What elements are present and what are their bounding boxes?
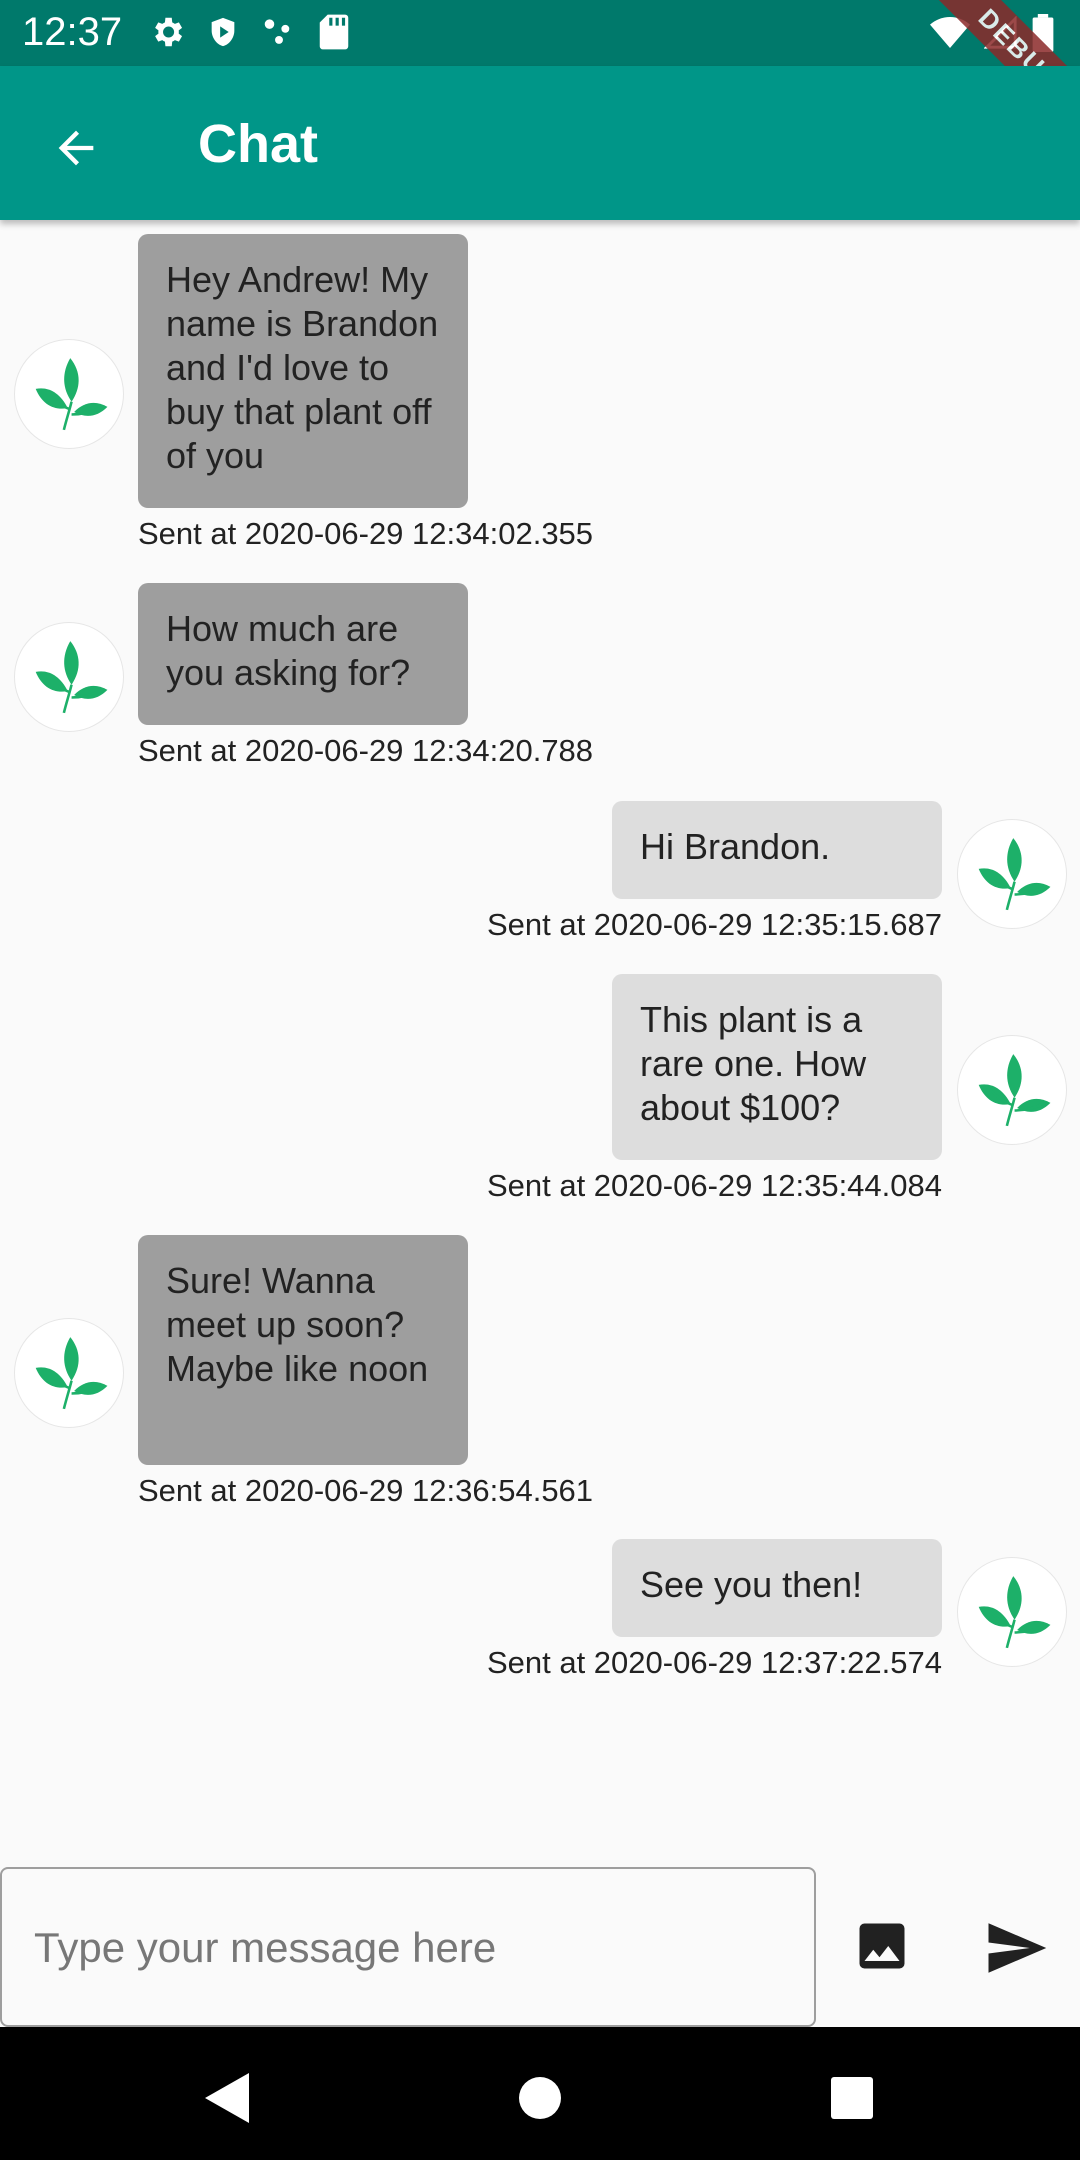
status-time: 12:37 [22, 10, 123, 54]
leaf-icon [35, 358, 108, 431]
nav-recents-button[interactable] [817, 2063, 887, 2133]
settings-icon [155, 17, 183, 47]
leaf-icon [978, 838, 1051, 911]
message-timestamp: Sent at 2020-06-29 12:35:15.687 [486, 907, 942, 942]
message-timestamp: Sent at 2020-06-29 12:36:54.561 [138, 1473, 594, 1508]
system-nav-bar [0, 2027, 1080, 2160]
send-button[interactable] [976, 1908, 1056, 1988]
message-timestamp: Sent at 2020-06-29 12:34:20.788 [138, 733, 594, 768]
avatar [14, 1318, 124, 1428]
status-bar: 12:37 DEBUG [0, 0, 1080, 66]
arrow-back-icon [58, 130, 94, 166]
nav-home-button[interactable] [505, 2063, 575, 2133]
nav-back-button[interactable] [192, 2063, 262, 2133]
avatar [957, 1035, 1067, 1145]
incoming-message-bubble: How much are you asking for? [138, 583, 468, 725]
message-timestamp: Sent at 2020-06-29 12:34:02.355 [138, 516, 594, 551]
page-title: Chat [198, 114, 318, 174]
outgoing-message-bubble: This plant is a rare one. How about $100… [612, 974, 942, 1160]
message-timestamp: Sent at 2020-06-29 12:35:44.084 [486, 1168, 942, 1203]
avatar [14, 339, 124, 449]
leaf-icon [978, 1054, 1051, 1127]
outgoing-message-bubble: See you then! [612, 1539, 942, 1637]
back-button[interactable] [36, 108, 116, 188]
app-bar: Chat [0, 66, 1080, 220]
message-timestamp: Sent at 2020-06-29 12:37:22.574 [486, 1645, 942, 1680]
back-triangle-icon [205, 2073, 249, 2123]
shield-icon [211, 17, 235, 47]
avatar [957, 819, 1067, 929]
avatar [14, 622, 124, 732]
sd-card-icon [319, 14, 349, 50]
status-icons-left [148, 13, 350, 51]
outgoing-message-bubble: Hi Brandon. [612, 801, 942, 899]
incoming-message-bubble: Hey Andrew! My name is Brandon and I'd l… [138, 234, 468, 508]
avatar [957, 1557, 1067, 1667]
image-icon [859, 1923, 905, 1969]
leaf-icon [35, 1337, 108, 1410]
incoming-message-bubble: Sure! Wanna meet up soon? Maybe like noo… [138, 1235, 468, 1465]
leaf-icon [35, 641, 108, 714]
attach-image-button[interactable] [846, 1910, 918, 1982]
message-input-container [0, 1867, 816, 2027]
home-circle-icon [519, 2077, 561, 2119]
message-input[interactable] [32, 1869, 796, 2027]
send-icon [988, 1923, 1047, 1973]
recents-square-icon [831, 2077, 873, 2119]
dots-icon [264, 19, 290, 44]
leaf-icon [978, 1576, 1051, 1649]
